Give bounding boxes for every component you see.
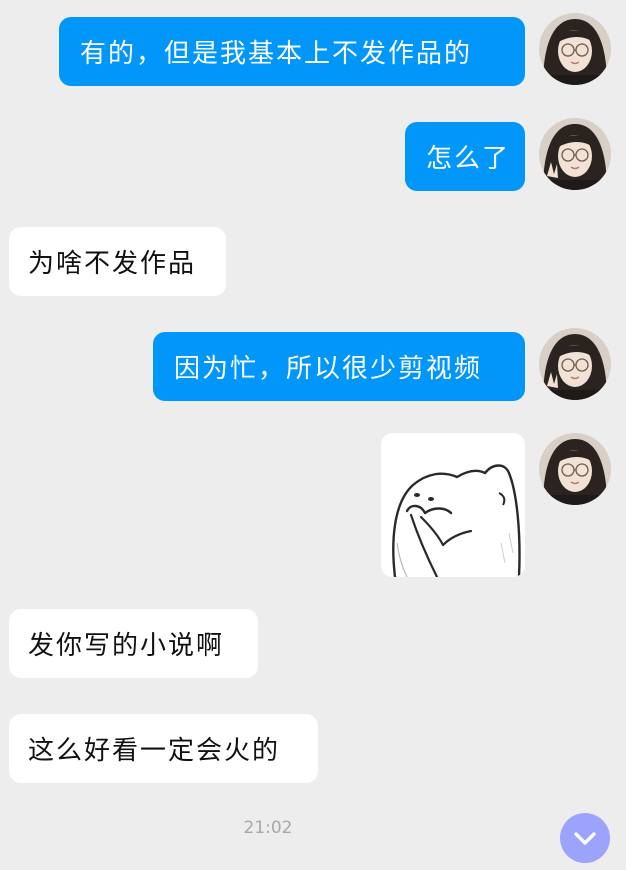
message-bubble-sent[interactable]: 因为忙，所以很少剪视频 — [153, 332, 525, 401]
sticker-message[interactable] — [381, 433, 525, 577]
scroll-to-bottom-button[interactable] — [560, 813, 610, 863]
message-text: 怎么了 — [426, 144, 511, 174]
message-text: 因为忙，所以很少剪视频 — [174, 354, 483, 384]
message-text: 发你写的小说啊 — [28, 631, 225, 661]
shy-blob-sticker-image — [381, 433, 525, 577]
chevron-down-icon — [574, 832, 596, 845]
avatar-image — [539, 328, 611, 400]
message-bubble-sent[interactable]: 有的，但是我基本上不发作品的 — [59, 17, 525, 86]
message-timestamp: 21:02 — [243, 818, 293, 838]
avatar[interactable] — [539, 118, 611, 190]
avatar[interactable] — [539, 433, 611, 505]
message-bubble-received[interactable]: 这么好看一定会火的 — [9, 714, 318, 783]
message-bubble-received[interactable]: 为啥不发作品 — [9, 227, 226, 296]
avatar[interactable] — [539, 13, 611, 85]
message-text: 这么好看一定会火的 — [28, 736, 281, 766]
avatar-image — [539, 13, 611, 85]
message-text: 为啥不发作品 — [28, 249, 197, 279]
message-text: 有的，但是我基本上不发作品的 — [80, 39, 473, 69]
message-bubble-received[interactable]: 发你写的小说啊 — [9, 609, 258, 678]
avatar-image — [539, 433, 611, 505]
message-bubble-sent[interactable]: 怎么了 — [405, 122, 525, 191]
avatar[interactable] — [539, 328, 611, 400]
avatar-image — [539, 118, 611, 190]
